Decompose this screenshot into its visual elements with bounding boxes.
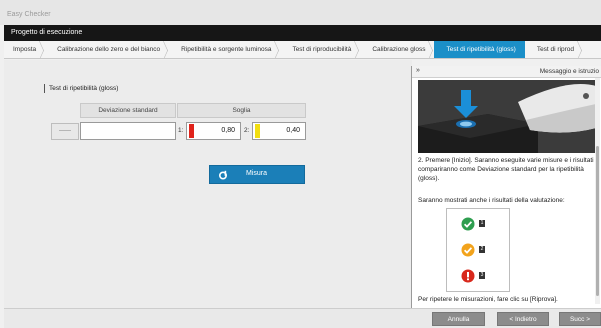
evaluation-text: Saranno mostrati anche i risultati della… <box>418 197 565 204</box>
tab-imposta[interactable]: Imposta <box>4 41 45 58</box>
check-warning-icon <box>461 243 475 257</box>
collapse-panel-icon[interactable]: » <box>416 67 420 74</box>
footer-bar: Annulla < Indietro Succ > <box>4 308 601 328</box>
std-dev-header: Deviazione standard <box>80 103 176 118</box>
error-icon <box>461 269 475 283</box>
threshold-header: Soglia <box>177 103 306 118</box>
threshold-2-index: 2: <box>244 127 250 134</box>
std-dev-field <box>80 122 176 140</box>
check-icon <box>461 217 475 231</box>
cancel-button[interactable]: Annulla <box>432 312 485 326</box>
threshold-2-color-bar <box>255 124 260 138</box>
legend-row-2: 2 <box>461 243 501 257</box>
page-title: Progetto di esecuzione <box>4 25 601 41</box>
threshold-2-field[interactable]: 0,40 <box>252 122 306 140</box>
legend-num-3: 3 <box>479 272 485 279</box>
threshold-2-value: 0,40 <box>286 127 300 134</box>
scrollbar-thumb[interactable] <box>596 146 599 296</box>
legend-num-2: 2 <box>479 246 485 253</box>
measure-button[interactable]: Misura <box>209 165 305 184</box>
tab-calibrazione-zero-bianco[interactable]: Calibrazione dello zero e del bianco <box>45 41 169 58</box>
section-title: Test di ripetibilità (gloss) <box>44 84 118 93</box>
message-panel: » Messaggio e istruzio 2. Premere [Inizi… <box>411 66 601 308</box>
threshold-1-color-bar <box>189 124 194 138</box>
panel-scrollbar[interactable] <box>595 78 600 304</box>
retry-instruction: Per ripetere le misurazioni, fare clic s… <box>418 296 558 303</box>
window-title: Easy Checker <box>0 0 601 25</box>
back-button[interactable]: < Indietro <box>497 312 549 326</box>
threshold-1-value: 0,80 <box>221 127 235 134</box>
next-button[interactable]: Succ > <box>559 312 601 326</box>
measure-icon <box>218 170 228 180</box>
tab-test-riproducibilita[interactable]: Test di riproducibilità <box>280 41 360 58</box>
row-placeholder: ------ <box>51 123 79 140</box>
legend-row-1: 1 <box>461 217 501 231</box>
step-instruction: 2. Premere [Inizio]. Saranno eseguite va… <box>418 157 594 182</box>
message-panel-header: » Messaggio e istruzio <box>412 66 601 78</box>
evaluation-legend: 1 2 3 <box>446 208 510 292</box>
threshold-1-field[interactable]: 0,80 <box>186 122 241 140</box>
legend-num-1: 1 <box>479 220 485 227</box>
threshold-1-index: 1: <box>178 127 184 134</box>
tab-calibrazione-gloss[interactable]: Calibrazione gloss <box>360 41 434 58</box>
tab-ripetibilita-sorgente[interactable]: Ripetibilità e sorgente luminosa <box>169 41 280 58</box>
step-tabs: Imposta Calibrazione dello zero e del bi… <box>4 41 601 59</box>
main-content: Test di ripetibilità (gloss) Deviazione … <box>4 60 412 308</box>
message-panel-title: Messaggio e istruzio <box>539 68 599 75</box>
tab-test-ripetibilita-gloss[interactable]: Test di ripetibilità (gloss) <box>434 41 525 58</box>
legend-row-3: 3 <box>461 269 501 283</box>
measure-label: Misura <box>246 170 268 177</box>
instrument-illustration <box>418 80 596 153</box>
app-window: Easy Checker Progetto di esecuzione Impo… <box>0 0 601 328</box>
tab-test-riprod[interactable]: Test di riprod <box>525 41 583 58</box>
